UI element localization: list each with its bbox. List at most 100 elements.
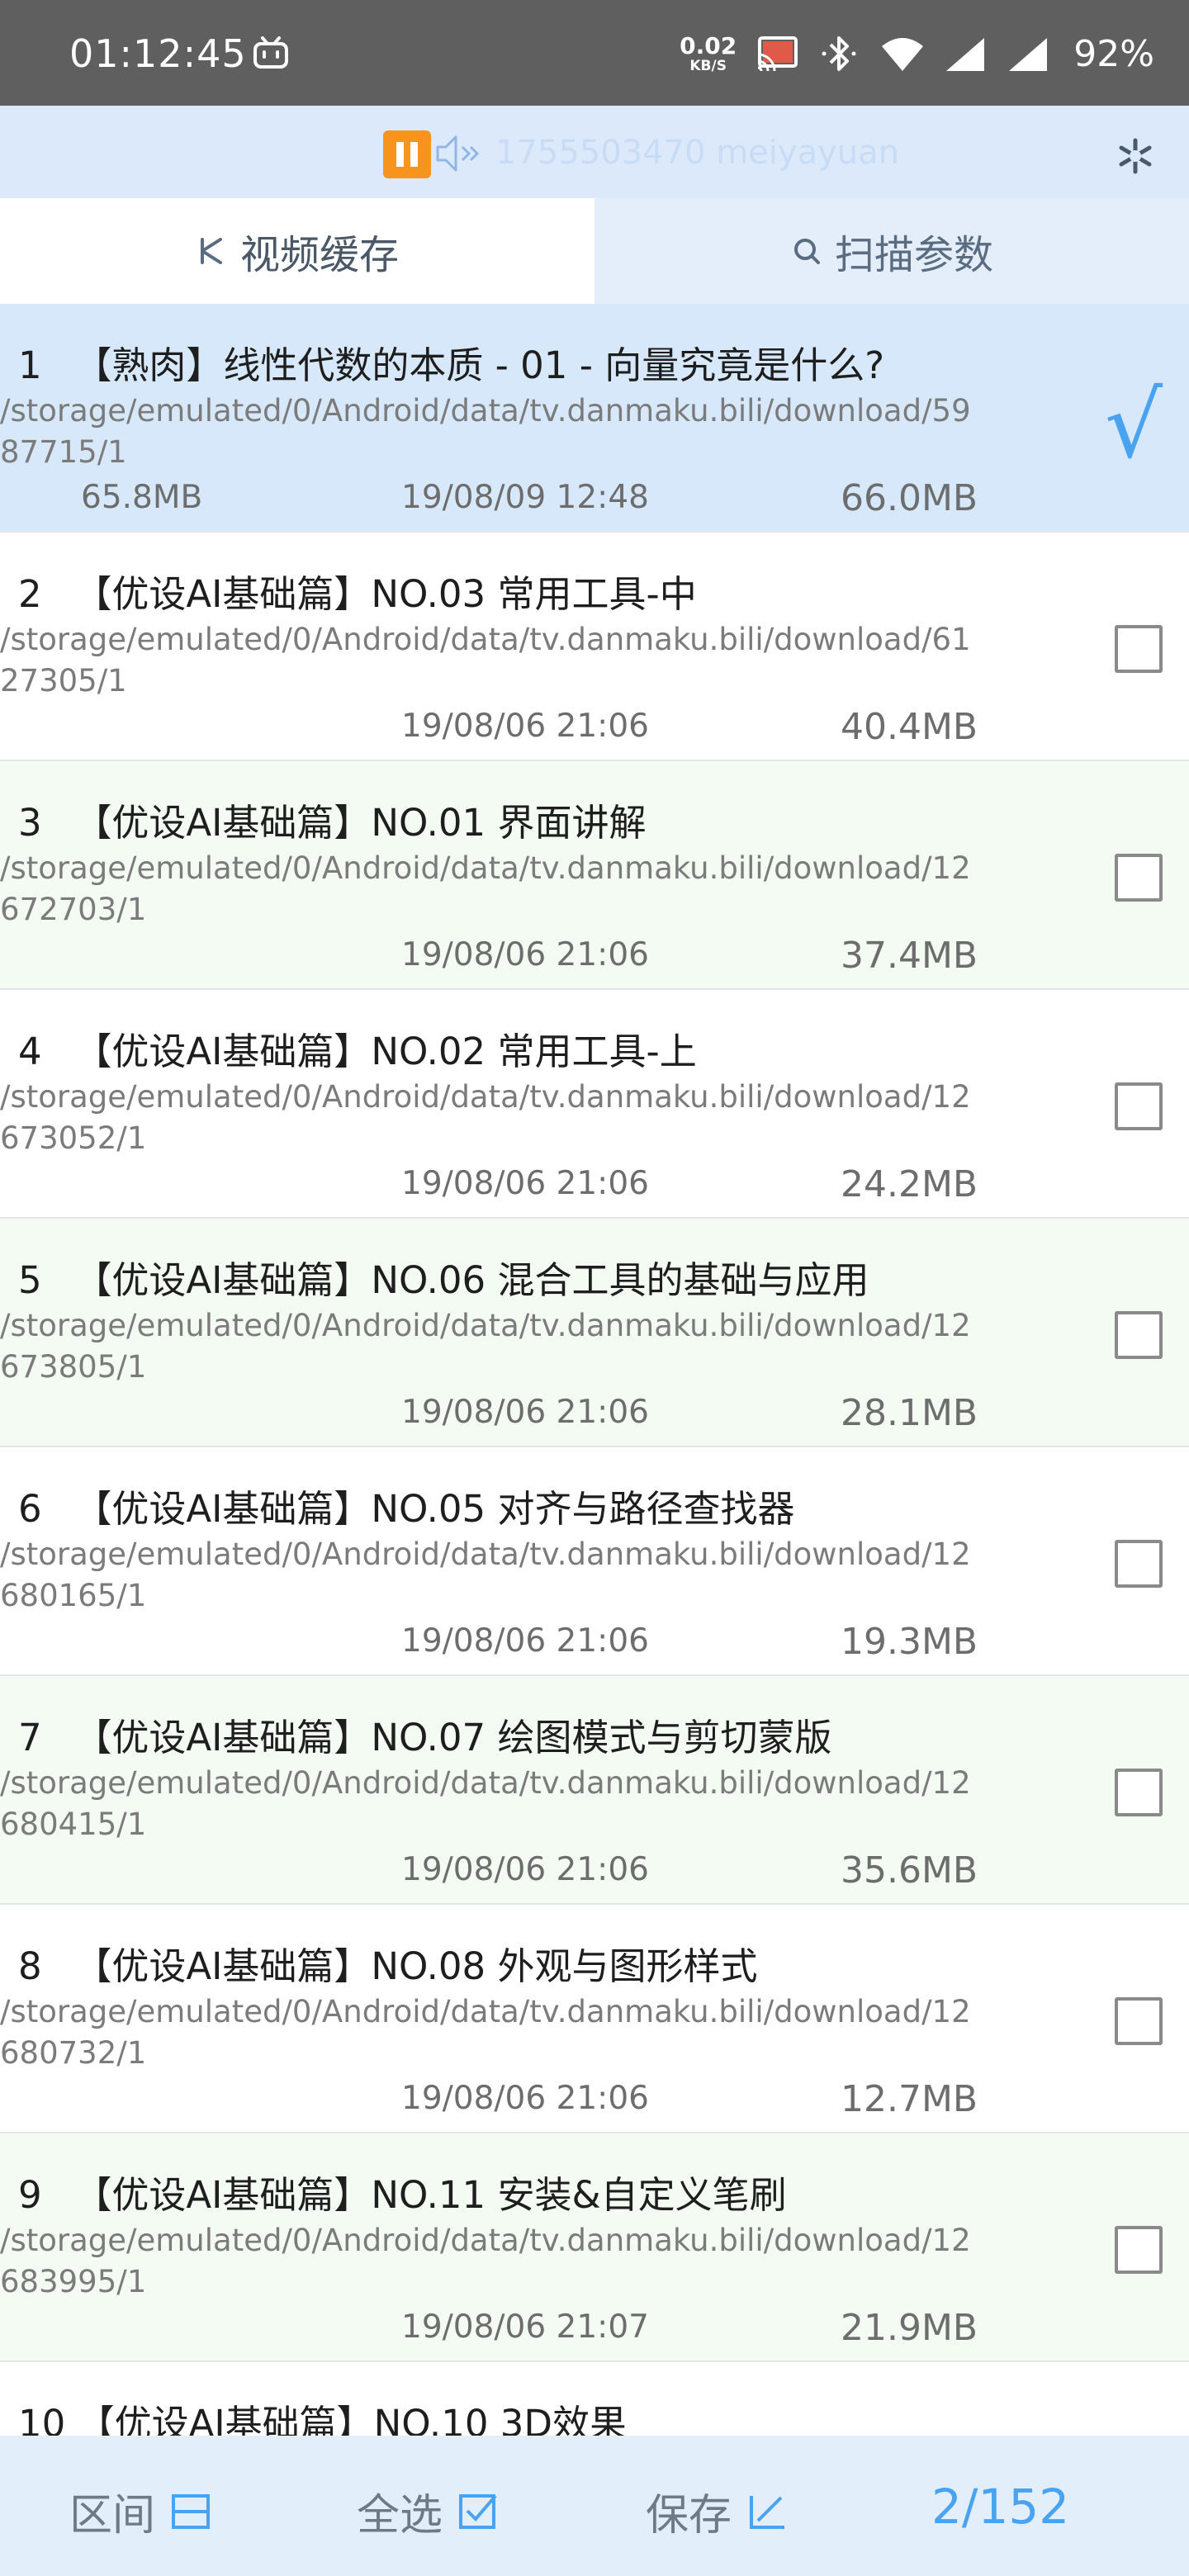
item-path: /storage/emulated/0/Android/data/tv.danm… <box>0 1308 971 1385</box>
item-index: 2 <box>18 572 42 616</box>
bilibili-tv-icon <box>253 36 288 69</box>
item-index: 6 <box>18 1487 42 1531</box>
list-item[interactable]: 8 【优设AI基础篇】NO.08 外观与图形样式 /storage/emulat… <box>0 1905 1189 2133</box>
cell-signal-2-icon <box>1009 38 1048 71</box>
item-title-line: 4 【优设AI基础篇】NO.02 常用工具-上 <box>18 1021 697 1075</box>
item-date: 19/08/09 12:48 <box>401 479 649 516</box>
item-title: 【优设AI基础篇】NO.11 安装&自定义笔刷 <box>74 2173 787 2217</box>
item-date: 19/08/06 21:06 <box>401 1165 649 1202</box>
checked-checkmark-icon[interactable]: √ <box>1105 380 1163 471</box>
tab-label: 视频缓存 <box>239 232 399 278</box>
settings-icon[interactable] <box>1115 135 1156 177</box>
item-index: 3 <box>18 801 42 845</box>
select-all-button[interactable]: 全选 <box>357 2480 499 2542</box>
tab-bar: 视频缓存 扫描参数 <box>0 198 1189 304</box>
status-bar: 01:12:45 0.02 KB/S 92% <box>0 0 1189 106</box>
wifi-icon <box>882 38 924 71</box>
item-path: /storage/emulated/0/Android/data/tv.danm… <box>0 2223 971 2299</box>
item-title-line: 6 【优设AI基础篇】NO.05 对齐与路径查找器 <box>18 1479 795 1532</box>
item-path: /storage/emulated/0/Android/data/tv.danm… <box>0 622 971 698</box>
item-size: 24.2MB <box>841 1163 978 1205</box>
network-speed-value: 0.02 <box>680 31 737 59</box>
list-item[interactable]: 3 【优设AI基础篇】NO.01 界面讲解 /storage/emulated/… <box>0 761 1189 990</box>
tab-label: 扫描参数 <box>834 232 993 278</box>
range-button[interactable]: 区间 <box>69 2480 211 2542</box>
cast-icon <box>757 36 798 72</box>
video-list: 1 【熟肉】线性代数的本质 - 01 - 向量究竟是什么? /storage/e… <box>0 304 1189 2436</box>
toolbar: 1755503470 meiyayuan <box>0 106 1189 198</box>
bottom-action-bar: 区间 全选 保存 2/152 <box>0 2436 1189 2576</box>
save-label: 保存 <box>646 2491 732 2540</box>
video-cache-icon <box>200 238 222 264</box>
item-title-line: 1 【熟肉】线性代数的本质 - 01 - 向量究竟是什么? <box>18 335 884 389</box>
item-index: 4 <box>18 1030 42 1073</box>
item-size: 21.9MB <box>841 2307 978 2349</box>
item-index: 10 <box>18 2402 66 2436</box>
range-icon <box>172 2493 211 2529</box>
item-size: 66.0MB <box>841 477 978 519</box>
item-checkbox[interactable] <box>1115 1311 1163 1359</box>
item-title-line: 2 【优设AI基础篇】NO.03 常用工具-中 <box>18 564 697 618</box>
item-checkbox[interactable] <box>1115 1082 1163 1130</box>
item-path: /storage/emulated/0/Android/data/tv.danm… <box>0 1994 971 2071</box>
battery-level: 92% <box>1073 32 1154 75</box>
item-size: 40.4MB <box>841 706 978 748</box>
select-all-label: 全选 <box>357 2491 443 2540</box>
item-size: 12.7MB <box>841 2078 978 2120</box>
item-title-line: 8 【优设AI基础篇】NO.08 外观与图形样式 <box>18 1936 758 1990</box>
checkbox-checked-icon <box>459 2493 497 2529</box>
item-title: 【优设AI基础篇】NO.10 3D效果 <box>77 2402 628 2436</box>
item-date: 19/08/06 21:06 <box>401 708 649 745</box>
list-item[interactable]: 7 【优设AI基础篇】NO.07 绘图模式与剪切蒙版 /storage/emul… <box>0 1676 1189 1905</box>
item-local-size: 65.8MB <box>81 479 203 516</box>
save-button[interactable]: 保存 <box>646 2480 788 2542</box>
item-index: 9 <box>18 2173 42 2217</box>
item-checkbox[interactable] <box>1115 854 1163 902</box>
item-checkbox[interactable] <box>1115 625 1163 673</box>
save-arrow-icon <box>750 2495 785 2529</box>
item-date: 19/08/06 21:06 <box>401 1622 649 1660</box>
list-item[interactable]: 4 【优设AI基础篇】NO.02 常用工具-上 /storage/emulate… <box>0 990 1189 1219</box>
item-checkbox[interactable] <box>1115 1769 1163 1816</box>
page-count: 2/152 <box>931 2479 1070 2535</box>
list-item[interactable]: 10 【优设AI基础篇】NO.10 3D效果 <box>0 2362 1189 2436</box>
list-item[interactable]: 2 【优设AI基础篇】NO.03 常用工具-中 /storage/emulate… <box>0 533 1189 761</box>
cell-signal-icon <box>946 38 985 71</box>
item-size: 19.3MB <box>841 1621 978 1663</box>
toolbar-account-text: 1755503470 meiyayuan <box>495 134 899 172</box>
pause-button[interactable] <box>383 130 431 178</box>
item-index: 8 <box>18 1944 42 1988</box>
volume-muted-icon[interactable] <box>434 132 489 175</box>
status-time: 01:12:45 <box>69 31 247 76</box>
item-path: /storage/emulated/0/Android/data/tv.danm… <box>0 1765 971 1842</box>
status-icons: 0.02 KB/S 92% <box>680 25 1154 83</box>
range-label: 区间 <box>69 2491 156 2540</box>
list-item[interactable]: 9 【优设AI基础篇】NO.11 安装&自定义笔刷 /storage/emula… <box>0 2133 1189 2362</box>
item-index: 5 <box>18 1258 42 1302</box>
item-checkbox[interactable] <box>1115 1997 1163 2045</box>
item-date: 19/08/06 21:06 <box>401 1851 649 1888</box>
item-title-line: 10 【优设AI基础篇】NO.10 3D效果 <box>18 2394 627 2436</box>
item-index: 1 <box>18 343 42 387</box>
tab-scan-params[interactable]: 扫描参数 <box>594 198 1189 304</box>
item-title: 【优设AI基础篇】NO.01 界面讲解 <box>74 801 647 845</box>
item-path: /storage/emulated/0/Android/data/tv.danm… <box>0 850 971 927</box>
list-item[interactable]: 6 【优设AI基础篇】NO.05 对齐与路径查找器 /storage/emula… <box>0 1447 1189 1676</box>
item-path: /storage/emulated/0/Android/data/tv.danm… <box>0 1079 971 1156</box>
item-title-line: 5 【优设AI基础篇】NO.06 混合工具的基础与应用 <box>18 1250 869 1304</box>
item-date: 19/08/06 21:06 <box>401 2080 649 2117</box>
list-item[interactable]: 5 【优设AI基础篇】NO.06 混合工具的基础与应用 /storage/emu… <box>0 1219 1189 1447</box>
item-checkbox[interactable] <box>1115 1540 1163 1588</box>
item-title-line: 9 【优设AI基础篇】NO.11 安装&自定义笔刷 <box>18 2165 787 2218</box>
item-title: 【优设AI基础篇】NO.08 外观与图形样式 <box>74 1944 758 1988</box>
item-date: 19/08/06 21:06 <box>401 1394 649 1431</box>
item-checkbox[interactable] <box>1115 2226 1163 2274</box>
tab-video-cache[interactable]: 视频缓存 <box>0 198 594 304</box>
item-title: 【熟肉】线性代数的本质 - 01 - 向量究竟是什么? <box>74 343 885 387</box>
search-icon <box>793 239 820 264</box>
item-date: 19/08/06 21:07 <box>401 2308 649 2346</box>
item-title: 【优设AI基础篇】NO.07 绘图模式与剪切蒙版 <box>74 1716 832 1759</box>
bluetooth-icon <box>822 36 856 71</box>
item-index: 7 <box>18 1716 42 1759</box>
list-item[interactable]: 1 【熟肉】线性代数的本质 - 01 - 向量究竟是什么? /storage/e… <box>0 304 1189 533</box>
